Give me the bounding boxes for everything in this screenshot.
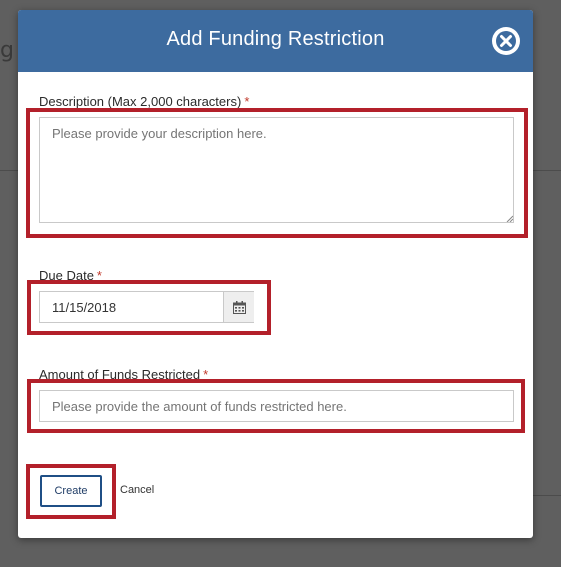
dialog-header: Add Funding Restriction	[18, 10, 533, 72]
background-divider	[533, 170, 561, 171]
background-heading-fragment: g	[0, 38, 14, 63]
due-date-input[interactable]	[40, 292, 222, 322]
description-label-text: Description (Max 2,000 characters)	[39, 94, 242, 109]
close-icon	[496, 31, 516, 51]
create-button[interactable]: Create	[40, 475, 102, 507]
background-divider	[533, 495, 561, 496]
description-textarea[interactable]	[39, 117, 514, 223]
calendar-button[interactable]	[223, 292, 254, 322]
calendar-icon	[232, 300, 246, 314]
background-divider	[0, 170, 18, 171]
close-button[interactable]	[492, 27, 520, 55]
due-date-field	[39, 291, 254, 323]
add-funding-restriction-dialog: Add Funding Restriction Description (Max…	[18, 10, 533, 538]
amount-input[interactable]	[39, 390, 514, 422]
dialog-title: Add Funding Restriction	[166, 28, 385, 50]
required-marker: *	[244, 94, 250, 109]
description-label: Description (Max 2,000 characters) *	[39, 94, 249, 109]
cancel-link[interactable]: Cancel	[120, 484, 154, 496]
resize-grip-icon[interactable]	[506, 215, 513, 222]
